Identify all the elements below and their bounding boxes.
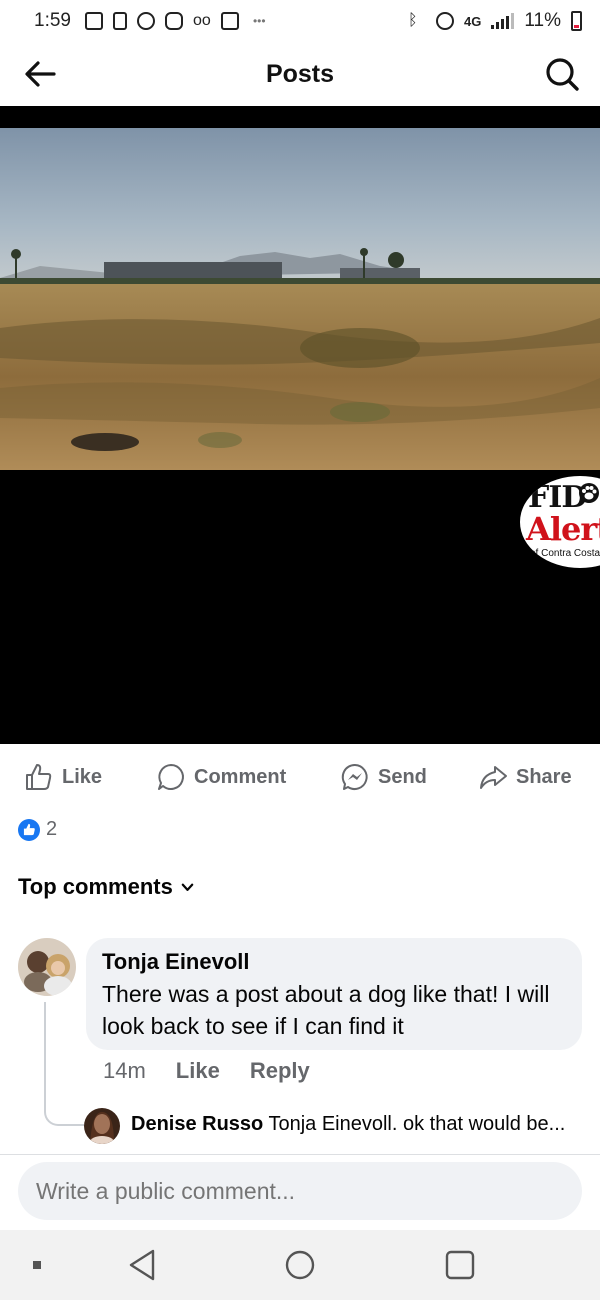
status-right: ᛒ 4G 11%	[408, 10, 582, 32]
messenger-icon	[341, 763, 368, 790]
reaction-count: 2	[46, 818, 58, 840]
thumbs-up-icon	[26, 764, 52, 790]
comment-bubble-icon	[158, 764, 184, 790]
reply-author[interactable]: Denise Russo	[131, 1113, 263, 1135]
comment-filter-label: Top comments	[18, 874, 173, 899]
check-circle-icon	[136, 12, 155, 30]
comment-timestamp[interactable]: 14m	[103, 1058, 146, 1084]
battery-percent: 11%	[524, 10, 561, 31]
back-arrow-icon[interactable]	[22, 56, 58, 92]
comment-author[interactable]: Tonja Einevoll	[102, 948, 566, 976]
commenter-avatar[interactable]	[18, 938, 76, 996]
reaction-summary[interactable]: 2	[18, 818, 57, 841]
gallery-icon	[220, 12, 239, 30]
network-type: 4G	[464, 13, 482, 29]
comment-text: There was a post about a dog like that! …	[102, 981, 550, 1039]
share-arrow-icon	[480, 766, 507, 789]
page-title: Posts	[265, 59, 335, 88]
reply-author-avatar[interactable]	[84, 1108, 120, 1144]
comment-label: Comment	[194, 765, 287, 788]
fido-alert-logo: FID Alert of Contra Costa Coun	[520, 476, 600, 568]
comment-input[interactable]	[18, 1162, 582, 1220]
post-action-bar: Like Comment Send Share	[0, 756, 600, 800]
composer-divider	[0, 1154, 600, 1155]
chevron-down-icon	[181, 883, 194, 891]
share-button[interactable]: Share	[478, 762, 572, 792]
signal-icon	[491, 13, 515, 29]
alert-notification-icon	[84, 12, 103, 30]
post-photo	[0, 128, 600, 470]
nav-back-icon[interactable]	[126, 1248, 158, 1282]
post-media[interactable]: FID Alert of Contra Costa Coun	[0, 106, 600, 744]
share-label: Share	[516, 765, 572, 788]
search-icon[interactable]	[544, 56, 580, 92]
status-bar: 1:59 oo ••• ᛒ 4G 11%	[0, 0, 600, 42]
status-left: 1:59 oo •••	[34, 10, 266, 32]
alarm-icon	[436, 12, 455, 30]
android-nav-bar	[0, 1230, 600, 1300]
status-time: 1:59	[34, 10, 71, 31]
send-label: Send	[378, 765, 427, 788]
comment-meta: 14m Like Reply	[103, 1058, 310, 1084]
comment-like-button[interactable]: Like	[176, 1058, 220, 1084]
cup-notification-icon	[112, 12, 127, 30]
reply-preview[interactable]: Denise Russo Tonja Einevoll. ok that wou…	[131, 1113, 565, 1136]
overview-icon[interactable]	[444, 1249, 476, 1281]
bluetooth-icon: ᛒ	[408, 12, 418, 29]
comment-button[interactable]: Comment	[156, 762, 286, 792]
home-icon[interactable]	[284, 1249, 316, 1281]
reply-thread-line	[44, 1002, 84, 1126]
like-label: Like	[62, 765, 103, 788]
reply-text: Tonja Einevoll. ok that would be...	[268, 1113, 566, 1135]
like-reaction-icon	[18, 818, 40, 841]
like-button[interactable]: Like	[24, 762, 102, 792]
app-header: Posts	[0, 42, 600, 106]
recent-apps-icon[interactable]	[30, 1258, 44, 1272]
comment-bubble[interactable]: Tonja Einevoll There was a post about a …	[86, 938, 582, 1050]
comment-filter-dropdown[interactable]: Top comments	[18, 874, 194, 900]
paw-icon	[579, 483, 599, 503]
more-notifications-icon: •••	[252, 14, 266, 28]
battery-icon	[571, 11, 582, 31]
logo-text-county: of Contra Costa Coun	[530, 548, 600, 559]
logo-text-alert: Alert	[526, 510, 600, 548]
comment-reply-button[interactable]: Reply	[250, 1058, 310, 1084]
voicemail-icon: oo	[192, 12, 211, 29]
send-button[interactable]: Send	[340, 762, 427, 792]
instagram-icon	[164, 12, 183, 30]
